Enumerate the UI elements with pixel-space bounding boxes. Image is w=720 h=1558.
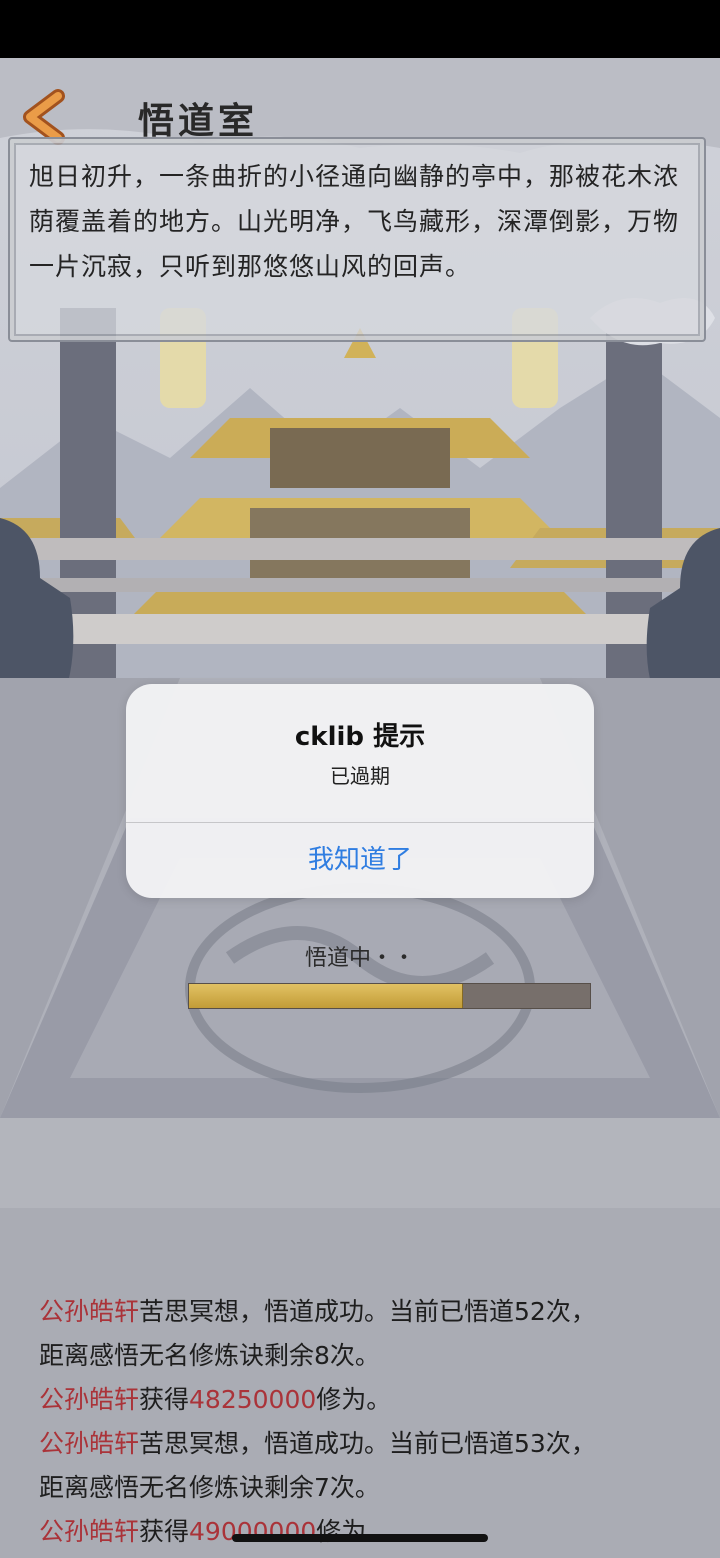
alert-message: 已過期: [330, 764, 390, 788]
alert-ok-button[interactable]: 我知道了: [126, 823, 594, 898]
alert-title: cklib 提示: [294, 722, 426, 752]
status-bar: [0, 0, 720, 58]
alert-dialog: cklib 提示 已過期 我知道了: [126, 684, 594, 898]
home-indicator[interactable]: [232, 1534, 488, 1542]
